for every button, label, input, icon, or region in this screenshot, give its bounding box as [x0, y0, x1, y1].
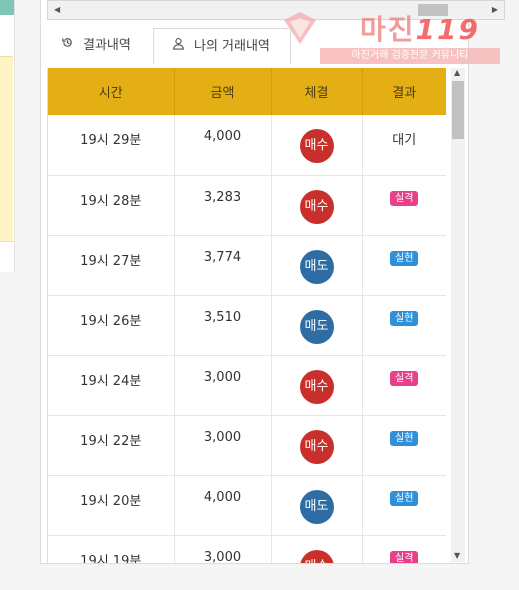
- result-badge: 실격: [390, 550, 419, 563]
- result-badge: 실현: [390, 250, 419, 266]
- left-panel: [0, 0, 15, 272]
- cell-result: 대기: [362, 115, 446, 176]
- scroll-left-icon[interactable]: ◀: [54, 5, 60, 14]
- cell-side: 매수: [271, 175, 363, 236]
- side-badge: 매수: [299, 129, 334, 163]
- left-panel-accent: [0, 0, 14, 15]
- result-badge: 실현: [390, 310, 419, 326]
- watermark-subtitle: 마진거래 검증전문 커뮤니티: [320, 48, 500, 64]
- tab-results-label: 결과내역: [83, 38, 131, 53]
- emblem-logo: [284, 12, 316, 44]
- vertical-scrollbar[interactable]: ▲ ▼: [451, 68, 465, 562]
- watermark-brand: 마진119: [360, 13, 480, 46]
- trade-table: 시간 금액 체결 결과 19시 29분 4,000 매수 대기 19시 28분 3,283…: [48, 68, 446, 563]
- cell-amount: 3,510: [174, 295, 272, 356]
- table-header-row: 시간 금액 체결 결과: [48, 68, 446, 115]
- scroll-down-icon[interactable]: ▼: [454, 551, 460, 560]
- header-result: 결과: [362, 68, 446, 115]
- side-badge: 매도: [299, 309, 334, 344]
- cell-side: 매도: [271, 235, 363, 296]
- cell-result: 실격: [362, 355, 446, 416]
- side-badge: 매도: [299, 249, 334, 284]
- cell-side: 매수: [271, 535, 363, 563]
- cell-side: 매도: [271, 295, 363, 356]
- result-badge: 실격: [390, 370, 419, 386]
- watermark: 마진119 마진거래 검증전문 커뮤니티: [280, 6, 500, 64]
- table-row: 19시 28분 3,283 매수 실격: [48, 175, 446, 236]
- table-row: 19시 19분3,000 매수 실격: [48, 535, 446, 563]
- cell-time: 19시 28분: [48, 175, 175, 236]
- cell-result: 실현: [362, 235, 446, 296]
- cell-amount: 3,283: [174, 175, 272, 236]
- tab-my-trades[interactable]: 나의 거래내역: [153, 28, 291, 65]
- table-row: 19시 24분 3,000 매수 실격: [48, 355, 446, 416]
- left-panel-notice: [0, 56, 13, 242]
- cell-time: 19시 27분: [48, 235, 175, 296]
- tab-results[interactable]: 결과내역: [43, 28, 153, 62]
- table-row: 19시 26분 3,510 매도 실현: [48, 295, 446, 356]
- header-time: 시간: [48, 68, 175, 115]
- user-icon: [172, 29, 188, 63]
- side-badge: 매수: [299, 549, 334, 563]
- cell-side: 매수: [271, 355, 363, 416]
- header-side: 체결: [271, 68, 363, 115]
- trade-history-widget: ◀ ▶ 결과내역 나의 거래내역 시간 금액 체결 결과 19시 29분 4,0…: [40, 0, 505, 564]
- cell-amount: 3,000: [174, 535, 272, 563]
- cell-amount: 4,000: [174, 475, 272, 536]
- result-badge: 실현: [390, 490, 419, 506]
- cell-time: 19시 19분: [48, 535, 175, 563]
- result-text: 대기: [392, 133, 417, 148]
- cell-time: 19시 29분: [48, 115, 175, 176]
- cell-result: 실격: [362, 175, 446, 236]
- cell-time: 19시 24분: [48, 355, 175, 416]
- cell-side: 매도: [271, 475, 363, 536]
- tab-my-trades-label: 나의 거래내역: [194, 39, 270, 54]
- side-badge: 매도: [299, 489, 334, 524]
- cell-result: 실현: [362, 475, 446, 536]
- side-badge: 매수: [299, 189, 334, 224]
- header-amount: 금액: [174, 68, 272, 115]
- table-row: 19시 29분 4,000 매수 대기: [48, 115, 446, 176]
- cell-result: 실현: [362, 295, 446, 356]
- cell-amount: 3,774: [174, 235, 272, 296]
- cell-time: 19시 26분: [48, 295, 175, 356]
- result-badge: 실격: [390, 190, 419, 206]
- cell-side: 매수: [271, 415, 363, 476]
- table-row: 19시 22분 3,000 매수 실현: [48, 415, 446, 476]
- table-row: 19시 20분 4,000 매도 실현: [48, 475, 446, 536]
- cell-amount: 4,000: [174, 115, 272, 176]
- scroll-up-icon[interactable]: ▲: [454, 68, 460, 77]
- cell-result: 실현: [362, 415, 446, 476]
- cell-time: 19시 22분: [48, 415, 175, 476]
- cell-time: 19시 20분: [48, 475, 175, 536]
- cell-result: 실격: [362, 535, 446, 563]
- trade-table-container: 시간 금액 체결 결과 19시 29분 4,000 매수 대기 19시 28분 3,283…: [47, 68, 446, 563]
- result-badge: 실현: [390, 430, 419, 446]
- side-badge: 매수: [299, 369, 334, 404]
- history-icon: [61, 28, 77, 62]
- side-badge: 매수: [299, 429, 334, 464]
- table-row: 19시 27분 3,774 매도 실현: [48, 235, 446, 296]
- vertical-scroll-thumb[interactable]: [452, 81, 464, 139]
- cell-amount: 3,000: [174, 415, 272, 476]
- cell-side: 매수: [271, 115, 363, 176]
- cell-amount: 3,000: [174, 355, 272, 416]
